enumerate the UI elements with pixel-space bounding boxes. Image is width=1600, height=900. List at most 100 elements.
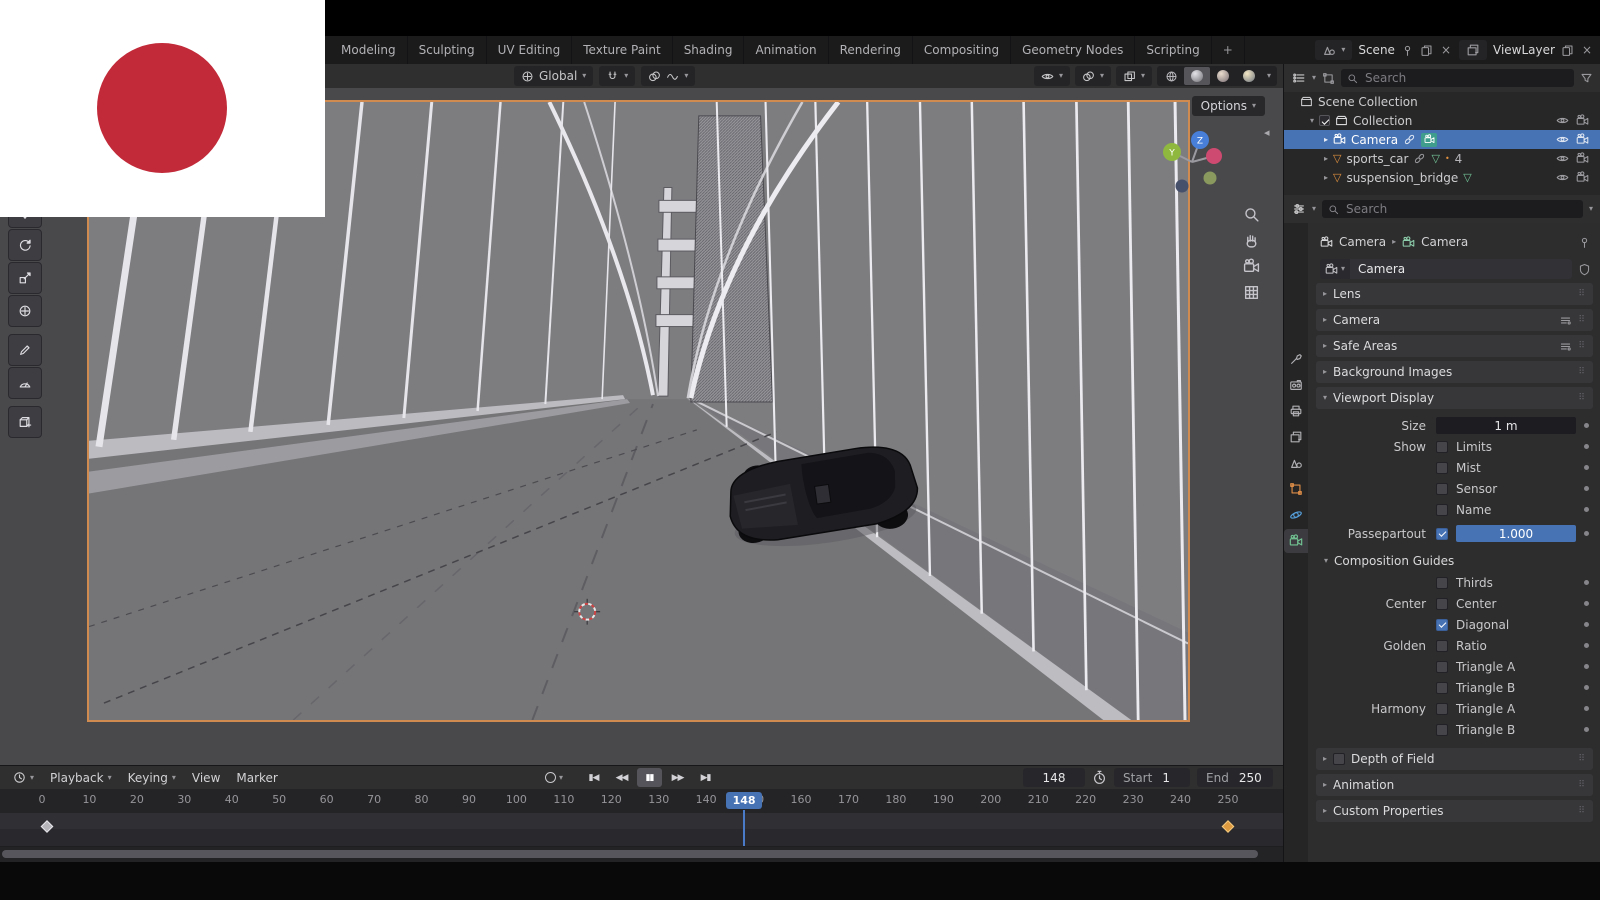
animate-dot-icon[interactable] <box>1584 465 1589 470</box>
center-checkbox[interactable] <box>1436 597 1448 610</box>
eye-icon[interactable] <box>1556 133 1569 146</box>
remove-viewlayer-button[interactable]: × <box>1580 43 1594 57</box>
jump-to-end-button[interactable]: ▶▮ <box>693 768 718 787</box>
animate-dot-icon[interactable] <box>1584 643 1589 648</box>
current-frame-badge[interactable]: 148 <box>726 792 763 809</box>
eye-icon[interactable] <box>1556 114 1569 127</box>
animate-dot-icon[interactable] <box>1584 444 1589 449</box>
add-workspace-button[interactable]: + <box>1212 36 1245 64</box>
breadcrumb-data[interactable]: Camera <box>1421 235 1468 249</box>
timeline-ruler[interactable]: 148 010203040506070809010011012013014015… <box>0 789 1283 814</box>
pan-hand-icon[interactable] <box>1243 232 1260 249</box>
expander-icon[interactable]: ▸ <box>1324 173 1328 182</box>
panel-animation[interactable]: ▸ Animation ⠿ <box>1316 774 1593 796</box>
new-viewlayer-icon[interactable] <box>1561 44 1574 57</box>
passepartout-slider[interactable]: 1.000 <box>1456 525 1576 542</box>
tab-scene-properties[interactable] <box>1284 451 1308 475</box>
diagonal-checkbox[interactable] <box>1436 618 1448 631</box>
frame-end-field[interactable]: End 250 <box>1197 768 1273 787</box>
unlink-scene-button[interactable]: × <box>1439 43 1453 57</box>
properties-options-chevron[interactable]: ▾ <box>1589 205 1593 213</box>
previous-keyframe-button[interactable]: ◀◀ <box>609 768 634 787</box>
animate-dot-icon[interactable] <box>1584 601 1589 606</box>
presets-icon[interactable] <box>1559 340 1572 353</box>
subpanel-composition-guides[interactable]: ▾ Composition Guides <box>1324 550 1593 572</box>
stopwatch-icon[interactable] <box>1092 770 1107 785</box>
pause-button[interactable]: ▮▮ <box>637 768 663 787</box>
menu-marker[interactable]: Marker <box>229 771 284 785</box>
outliner-row-suspension-bridge[interactable]: ▸ ▽ suspension_bridge ▽ <box>1284 168 1600 187</box>
viewlayer-name[interactable]: ViewLayer <box>1493 43 1555 57</box>
transform-orientation-dropdown[interactable]: Global ▾ <box>514 66 594 86</box>
tab-animation[interactable]: Animation <box>744 36 829 64</box>
pin-id-icon[interactable] <box>1578 236 1591 249</box>
tab-render-properties[interactable] <box>1284 373 1308 397</box>
menu-keying[interactable]: Keying ▾ <box>121 771 183 785</box>
animate-dot-icon[interactable] <box>1584 423 1589 428</box>
ortho-grid-icon[interactable] <box>1243 284 1260 301</box>
golden-triangle-a-checkbox[interactable] <box>1436 660 1448 673</box>
xray-toggle[interactable]: ▾ <box>1115 66 1152 86</box>
presets-icon[interactable] <box>1559 314 1572 327</box>
current-frame-field[interactable]: 148 <box>1023 768 1085 787</box>
annotate-tool-button[interactable] <box>8 334 42 366</box>
render-visibility-camera-icon[interactable] <box>1576 133 1589 146</box>
tab-tool-properties[interactable] <box>1284 347 1308 371</box>
shading-material-button[interactable] <box>1210 67 1236 85</box>
sensor-checkbox[interactable] <box>1436 482 1448 495</box>
filter-funnel-icon[interactable] <box>1580 72 1593 85</box>
render-visibility-camera-icon[interactable] <box>1576 171 1589 184</box>
tab-modeling[interactable]: Modeling <box>330 36 408 64</box>
harmony-triangle-a-checkbox[interactable] <box>1436 702 1448 715</box>
axis-x-ball[interactable] <box>1206 148 1222 164</box>
panel-camera[interactable]: ▸ Camera ⠿ <box>1316 309 1593 331</box>
animate-dot-icon[interactable] <box>1584 664 1589 669</box>
golden-triangle-b-checkbox[interactable] <box>1436 681 1448 694</box>
name-checkbox[interactable] <box>1436 503 1448 516</box>
add-cube-tool-button[interactable] <box>8 406 42 438</box>
camera-view-icon[interactable] <box>1243 258 1260 275</box>
transform-tool-button[interactable] <box>8 295 42 327</box>
keyframe-diamond[interactable] <box>1221 820 1235 833</box>
snap-toggle[interactable]: ▾ <box>599 66 636 86</box>
tab-scripting[interactable]: Scripting <box>1135 36 1212 64</box>
tab-viewlayer-properties[interactable] <box>1284 425 1308 449</box>
rotate-tool-button[interactable] <box>8 229 42 261</box>
animate-dot-icon[interactable] <box>1584 727 1589 732</box>
camera-data-chip[interactable] <box>1421 132 1438 147</box>
golden-ratio-checkbox[interactable] <box>1436 639 1448 652</box>
scrollbar-thumb[interactable] <box>2 850 1258 858</box>
proportional-editing-controls[interactable]: ▾ <box>641 66 696 86</box>
axis-negative-ball[interactable] <box>1203 171 1217 185</box>
menu-view[interactable]: View <box>185 771 227 785</box>
tab-texture-paint[interactable]: Texture Paint <box>572 36 673 64</box>
outliner-row-collection[interactable]: ▾ Collection <box>1284 111 1600 130</box>
panel-viewport-display[interactable]: ▾ Viewport Display ⠿ <box>1316 387 1593 409</box>
animate-dot-icon[interactable] <box>1584 580 1589 585</box>
shading-solid-button[interactable] <box>1184 67 1210 85</box>
outliner-row-scene-collection[interactable]: Scene Collection <box>1284 92 1600 111</box>
outliner-search-input[interactable] <box>1363 70 1568 86</box>
eye-icon[interactable] <box>1556 152 1569 165</box>
size-value-field[interactable]: 1 m <box>1436 417 1576 434</box>
frame-start-field[interactable]: Start 1 <box>1114 768 1190 787</box>
scene-name[interactable]: Scene <box>1358 43 1395 57</box>
tab-object-properties[interactable] <box>1284 477 1308 501</box>
tab-rendering[interactable]: Rendering <box>829 36 913 64</box>
measure-tool-button[interactable] <box>8 367 42 399</box>
expander-icon[interactable]: ▸ <box>1324 135 1328 144</box>
limits-checkbox[interactable] <box>1436 440 1448 453</box>
viewlayer-browse-dropdown[interactable] <box>1459 40 1487 60</box>
properties-editor-icon[interactable] <box>1292 202 1306 216</box>
panel-background-images[interactable]: ▸ Background Images ⠿ <box>1316 361 1593 383</box>
auto-keying-toggle[interactable] <box>545 772 556 783</box>
timeline-tracks[interactable] <box>0 813 1283 847</box>
shading-dropdown[interactable]: ▾ <box>1262 67 1276 85</box>
keyframe-diamond[interactable] <box>40 820 54 833</box>
playhead-line[interactable] <box>743 810 746 846</box>
next-keyframe-button[interactable]: ▶▶ <box>665 768 690 787</box>
expander-icon[interactable]: ▸ <box>1324 154 1328 163</box>
panel-depth-of-field[interactable]: ▸ Depth of Field ⠿ <box>1316 748 1593 770</box>
animate-dot-icon[interactable] <box>1584 706 1589 711</box>
viewport-options-dropdown[interactable]: Options ▾ <box>1191 96 1265 116</box>
